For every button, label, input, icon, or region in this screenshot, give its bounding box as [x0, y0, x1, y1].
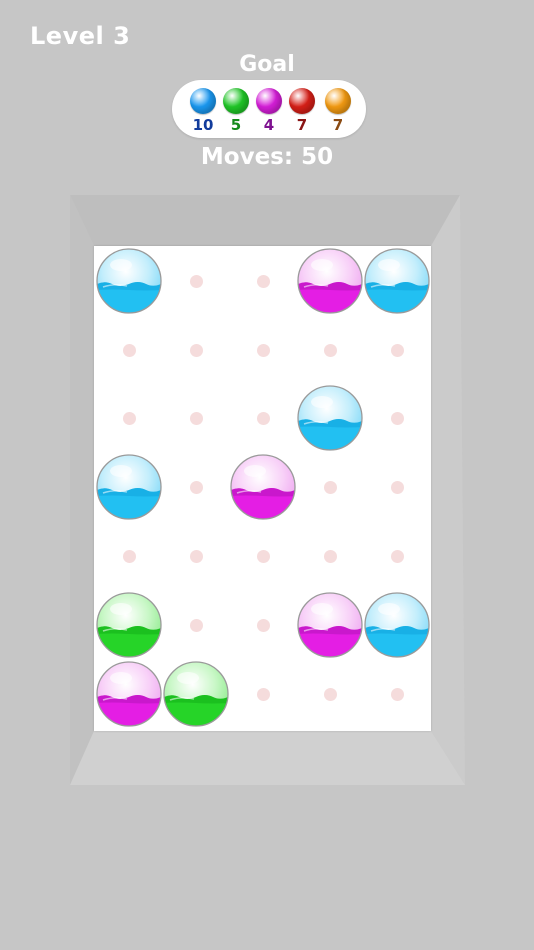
goal-ball-icon — [223, 88, 249, 114]
blue-bubble[interactable] — [296, 384, 364, 452]
blue-bubble[interactable] — [95, 247, 163, 315]
empty-slot[interactable] — [122, 343, 136, 357]
empty-slot[interactable] — [390, 411, 404, 425]
empty-slot[interactable] — [390, 549, 404, 563]
blue-bubble[interactable] — [363, 591, 431, 659]
empty-slot[interactable] — [256, 549, 270, 563]
goal-item-magenta: 4 — [254, 88, 284, 133]
empty-slot[interactable] — [323, 480, 337, 494]
empty-slot[interactable] — [323, 343, 337, 357]
magenta-bubble[interactable] — [296, 247, 364, 315]
goal-count: 5 — [230, 116, 242, 134]
goal-count: 4 — [263, 116, 275, 134]
green-bubble[interactable] — [162, 660, 230, 728]
magenta-bubble[interactable] — [296, 591, 364, 659]
moves-counter: Moves: 50 — [200, 144, 334, 170]
goal-item-red: 7 — [287, 88, 317, 133]
empty-slot[interactable] — [390, 480, 404, 494]
goal-ball-icon — [289, 88, 315, 114]
goal-count: 7 — [332, 116, 344, 134]
empty-slot[interactable] — [122, 411, 136, 425]
empty-slot[interactable] — [390, 343, 404, 357]
goal-item-green: 5 — [221, 88, 251, 133]
goal-item-orange: 7 — [323, 88, 353, 133]
empty-slot[interactable] — [256, 687, 270, 701]
empty-slot[interactable] — [189, 411, 203, 425]
goal-title: Goal — [239, 52, 295, 77]
empty-slot[interactable] — [189, 343, 203, 357]
empty-slot[interactable] — [256, 411, 270, 425]
goal-ball-icon — [325, 88, 351, 114]
empty-slot[interactable] — [122, 549, 136, 563]
empty-slot[interactable] — [256, 343, 270, 357]
level-label: Level 3 — [30, 22, 131, 50]
empty-slot[interactable] — [189, 480, 203, 494]
goal-panel: 10 5 4 7 7 — [172, 80, 366, 138]
green-bubble[interactable] — [95, 591, 163, 659]
empty-slot[interactable] — [323, 549, 337, 563]
magenta-bubble[interactable] — [95, 660, 163, 728]
empty-slot[interactable] — [323, 687, 337, 701]
game-board[interactable] — [94, 246, 431, 731]
blue-bubble[interactable] — [95, 453, 163, 521]
empty-slot[interactable] — [256, 618, 270, 632]
empty-slot[interactable] — [189, 549, 203, 563]
empty-slot[interactable] — [189, 274, 203, 288]
goal-item-blue: 10 — [188, 88, 218, 133]
goal-ball-icon — [256, 88, 282, 114]
blue-bubble[interactable] — [363, 247, 431, 315]
goal-ball-icon — [190, 88, 216, 114]
empty-slot[interactable] — [390, 687, 404, 701]
empty-slot[interactable] — [189, 618, 203, 632]
goal-count: 7 — [296, 116, 308, 134]
goal-count: 10 — [192, 116, 214, 134]
empty-slot[interactable] — [256, 274, 270, 288]
magenta-bubble[interactable] — [229, 453, 297, 521]
